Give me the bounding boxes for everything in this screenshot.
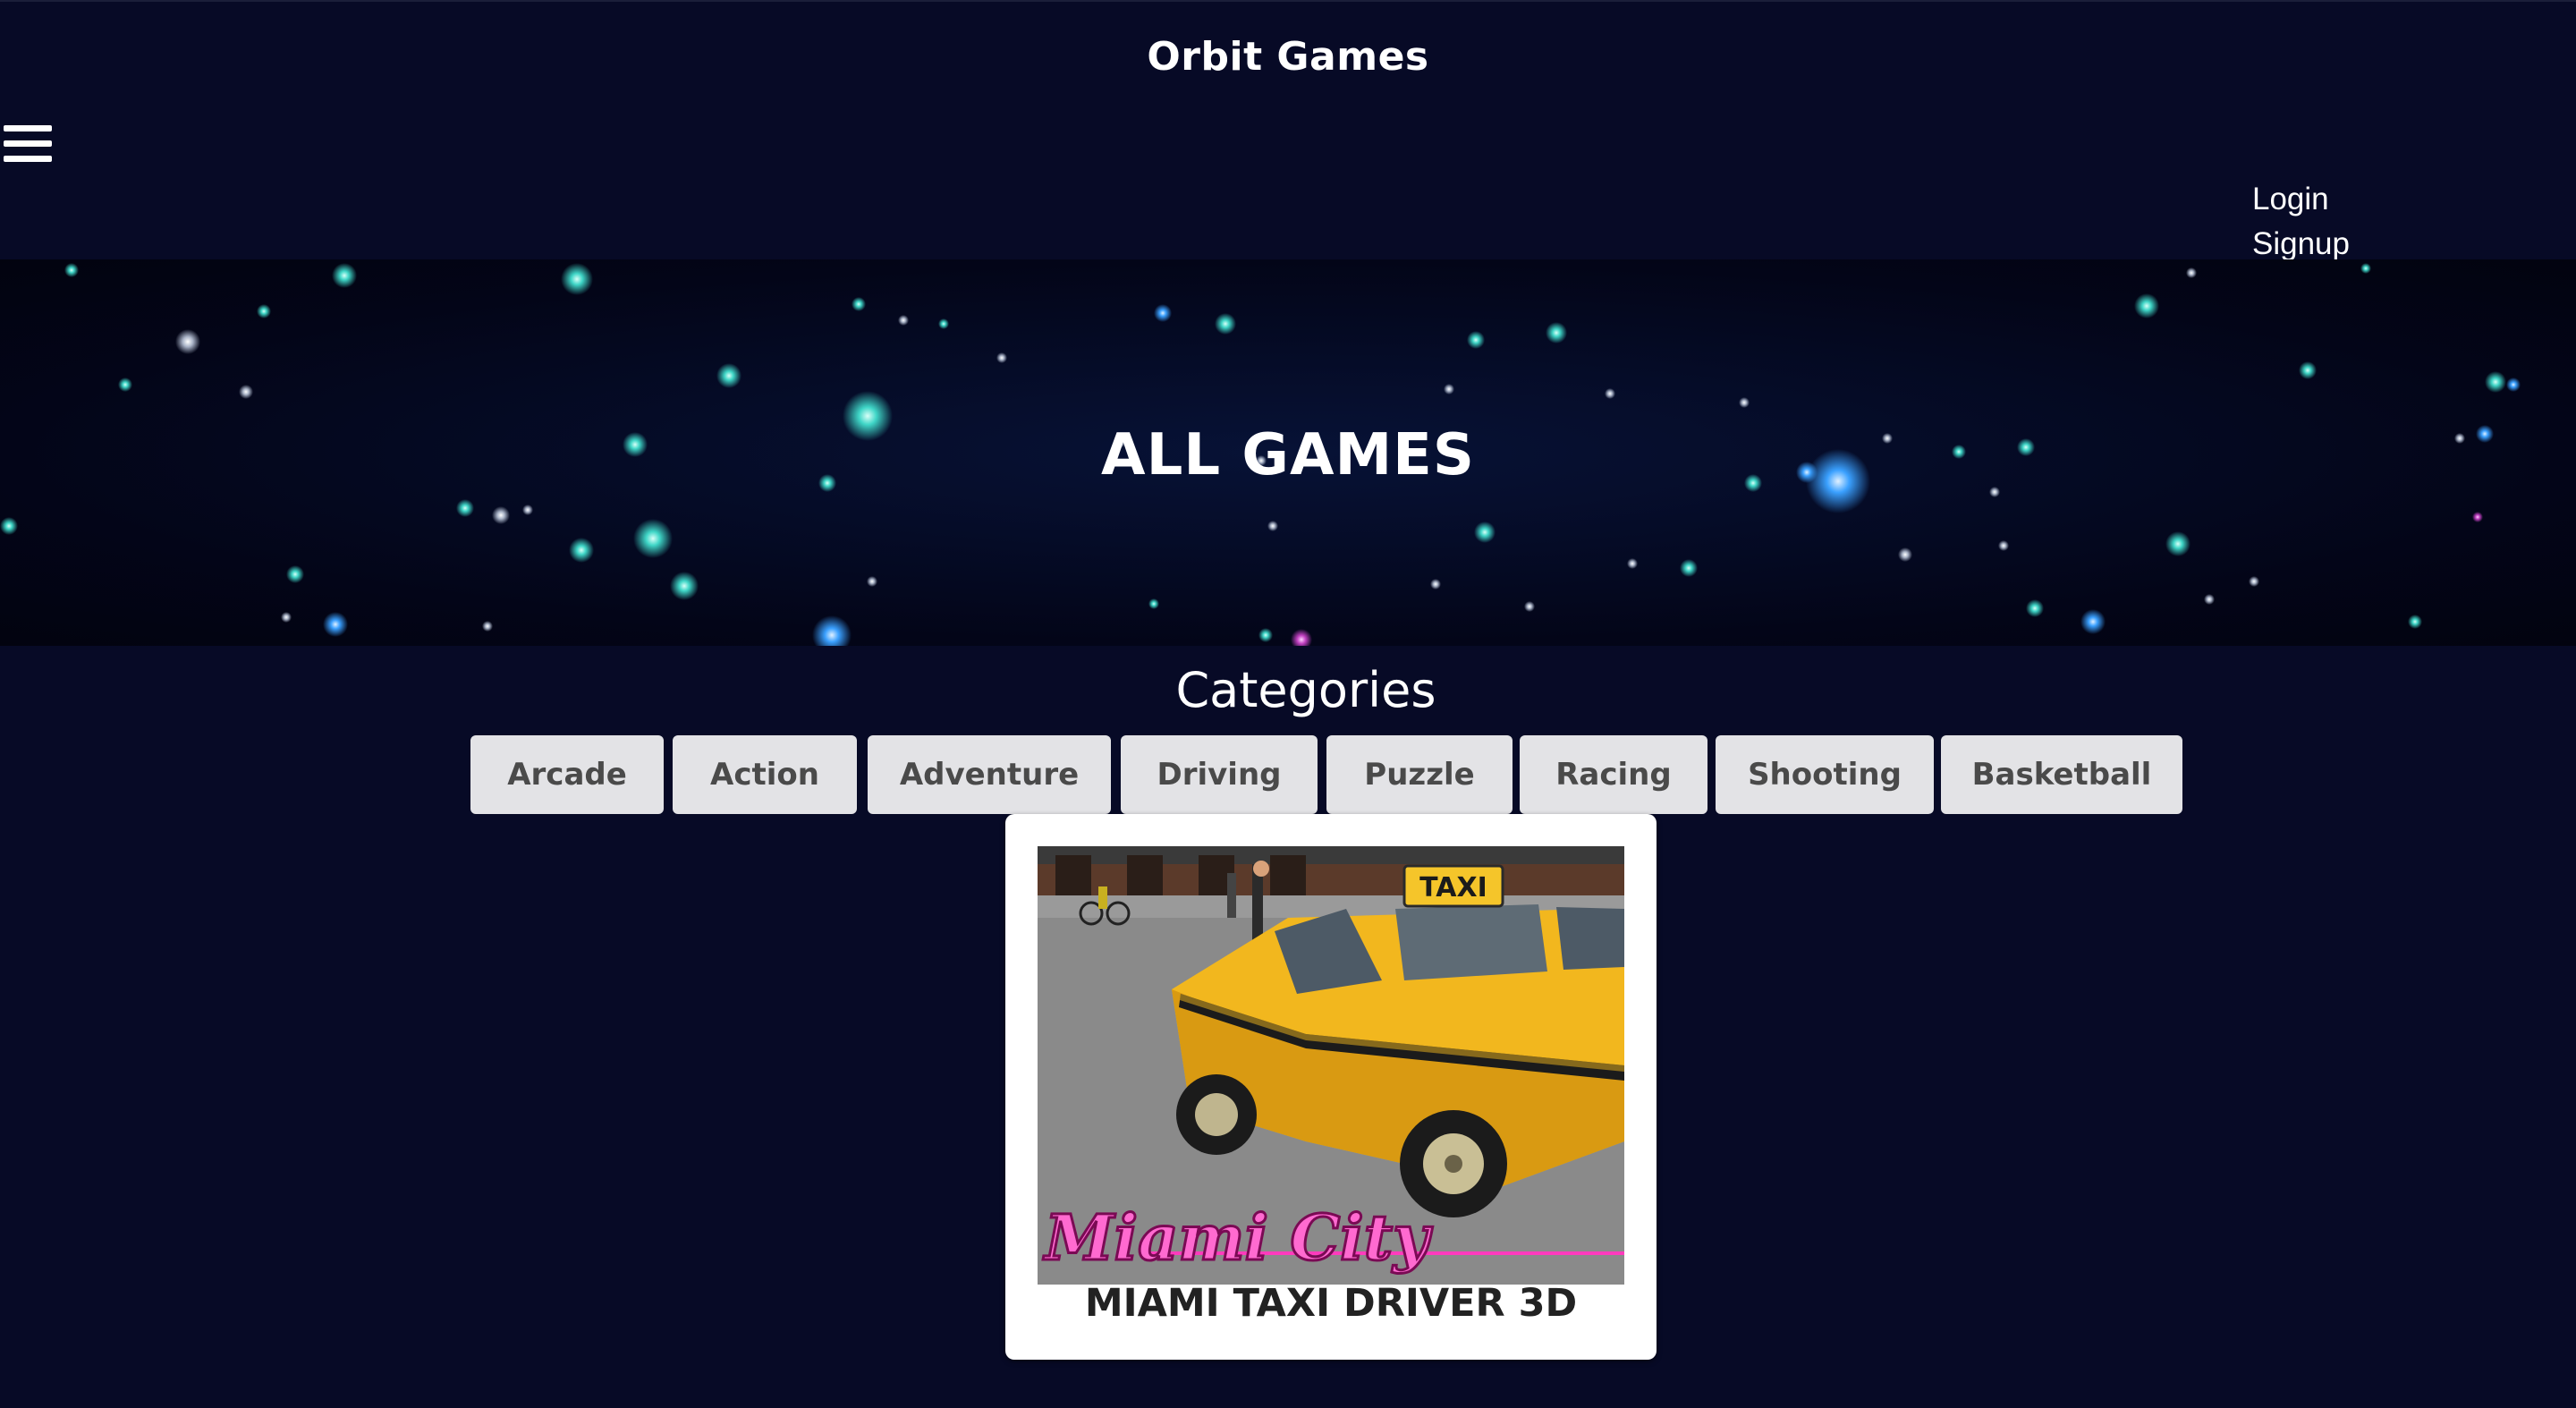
login-link[interactable]: Login bbox=[2252, 177, 2350, 222]
star bbox=[852, 297, 866, 311]
star bbox=[996, 352, 1007, 363]
star bbox=[323, 612, 348, 637]
star bbox=[2165, 531, 2190, 556]
star bbox=[1474, 522, 1496, 543]
hero-banner: ALL GAMES bbox=[0, 259, 2576, 646]
star bbox=[175, 329, 200, 354]
categories-heading: Categories bbox=[1175, 662, 1436, 718]
taxi-thumbnail-image: TAXI Miami City bbox=[1038, 846, 1624, 1285]
category-button-driving[interactable]: Driving bbox=[1121, 735, 1318, 814]
game-title[interactable]: MIAMI TAXI DRIVER 3D bbox=[1005, 1281, 1657, 1326]
star bbox=[2299, 361, 2317, 379]
star bbox=[492, 506, 510, 524]
star bbox=[2186, 267, 2197, 278]
star bbox=[1524, 601, 1535, 612]
category-button-racing[interactable]: Racing bbox=[1520, 735, 1707, 814]
star bbox=[633, 519, 673, 558]
star bbox=[64, 263, 79, 277]
star bbox=[2026, 599, 2044, 617]
star bbox=[2472, 512, 2483, 522]
star bbox=[1430, 579, 1441, 589]
star bbox=[0, 517, 18, 535]
star bbox=[1627, 558, 1638, 569]
star bbox=[1898, 547, 1912, 562]
category-button-shooting[interactable]: Shooting bbox=[1716, 735, 1934, 814]
star bbox=[2506, 377, 2521, 392]
star bbox=[1267, 521, 1278, 531]
star bbox=[239, 385, 253, 399]
star bbox=[1739, 397, 1750, 408]
star bbox=[1680, 559, 1698, 577]
star bbox=[281, 612, 292, 623]
star bbox=[522, 505, 533, 515]
star bbox=[812, 615, 852, 646]
star bbox=[898, 315, 909, 326]
star bbox=[1546, 322, 1567, 344]
top-header: Orbit Games Login Signup bbox=[0, 0, 2576, 261]
star bbox=[482, 621, 493, 632]
star bbox=[1215, 313, 1236, 335]
star bbox=[561, 263, 593, 295]
star bbox=[332, 263, 357, 288]
category-button-basketball[interactable]: Basketball bbox=[1941, 735, 2182, 814]
star bbox=[1258, 628, 1273, 642]
star bbox=[1467, 331, 1485, 349]
star bbox=[2134, 293, 2159, 318]
category-button-action[interactable]: Action bbox=[673, 735, 857, 814]
auth-links: Login Signup bbox=[2252, 177, 2350, 267]
site-title[interactable]: Orbit Games bbox=[0, 34, 2576, 80]
game-thumbnail[interactable]: TAXI Miami City bbox=[1038, 846, 1624, 1285]
star bbox=[2204, 594, 2215, 605]
page-title: ALL GAMES bbox=[1101, 422, 1475, 488]
taxi-sign-text: TAXI bbox=[1419, 872, 1487, 903]
star bbox=[2080, 609, 2106, 634]
star bbox=[1605, 388, 1615, 399]
star bbox=[938, 318, 949, 329]
star bbox=[1444, 384, 1454, 394]
star bbox=[118, 377, 132, 392]
star bbox=[2360, 263, 2371, 274]
star bbox=[286, 565, 304, 583]
star bbox=[1998, 540, 2009, 551]
star bbox=[257, 304, 271, 318]
category-button-puzzle[interactable]: Puzzle bbox=[1326, 735, 1513, 814]
star bbox=[1148, 598, 1159, 609]
star bbox=[2249, 576, 2259, 587]
game-card[interactable]: TAXI Miami City MIAMI TAXI DRIVER 3D bbox=[1005, 814, 1657, 1360]
star bbox=[569, 538, 594, 563]
hamburger-menu-icon[interactable] bbox=[4, 122, 52, 166]
star bbox=[1291, 629, 1312, 646]
star bbox=[2485, 371, 2506, 393]
star bbox=[2408, 615, 2422, 629]
star bbox=[670, 572, 699, 600]
category-button-adventure[interactable]: Adventure bbox=[868, 735, 1111, 814]
star bbox=[716, 363, 741, 388]
star bbox=[867, 576, 877, 587]
category-button-arcade[interactable]: Arcade bbox=[470, 735, 664, 814]
star bbox=[456, 499, 474, 517]
miami-city-logo: Miami City bbox=[1043, 1200, 1433, 1275]
star bbox=[1154, 304, 1172, 322]
